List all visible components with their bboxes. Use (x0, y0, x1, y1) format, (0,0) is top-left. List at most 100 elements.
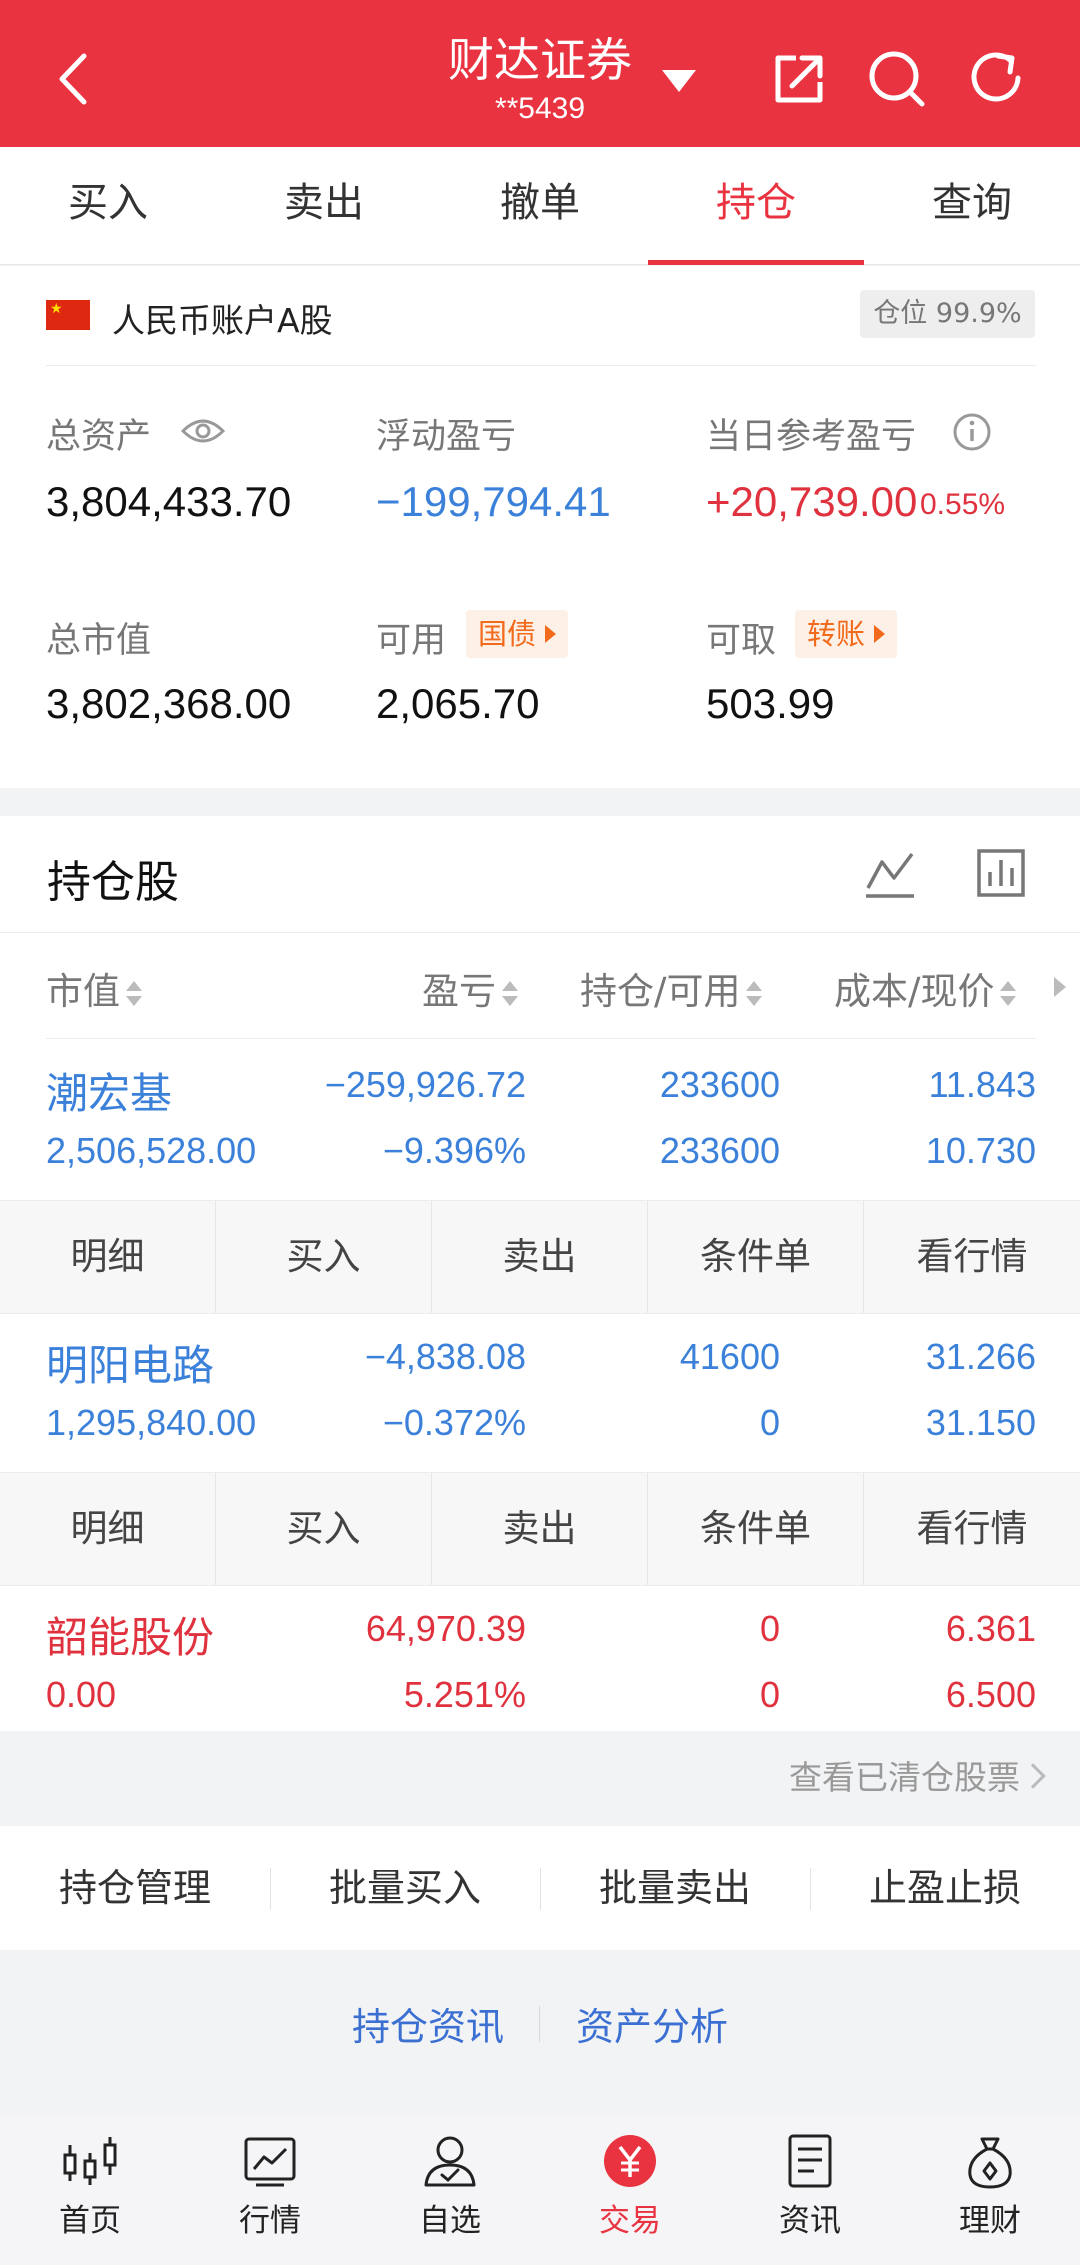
user-icon (424, 2136, 476, 2187)
stock-action-bar: 明细 买入 卖出 条件单 看行情 (0, 1200, 1080, 1314)
stop-profit-loss-button[interactable]: 止盈止损 (810, 1826, 1080, 1950)
column-position-available[interactable]: 持仓/可用 (580, 961, 763, 1015)
nav-watchlist[interactable]: 自选 (360, 2115, 540, 2265)
stock-available: 0 (759, 1674, 780, 1715)
sell-button[interactable]: 卖出 (432, 1473, 648, 1585)
tab-buy[interactable]: 买入 (0, 147, 216, 265)
total-assets-value: 3,804,433.70 (46, 478, 292, 525)
position-news-link[interactable]: 持仓资讯 (352, 1996, 504, 2051)
tab-cancel-order[interactable]: 撤单 (432, 147, 648, 265)
stock-action-bar: 明细 买入 卖出 条件单 看行情 (0, 1472, 1080, 1586)
column-cost-price[interactable]: 成本/现价 (834, 961, 1017, 1015)
chevron-right-icon (1020, 1763, 1046, 1789)
table-row[interactable]: 明阳电路 1,295,840.00 −4,838.08 −0.372% 4160… (0, 1312, 1080, 1472)
stock-pl-percent: −9.396% (382, 1130, 526, 1171)
back-icon[interactable] (44, 48, 106, 110)
position-ratio-badge: 仓位 99.9% (860, 290, 1035, 338)
conditional-order-button[interactable]: 条件单 (648, 1201, 864, 1313)
view-quote-button[interactable]: 看行情 (864, 1473, 1080, 1585)
nav-market[interactable]: 行情 (180, 2115, 360, 2265)
stock-market-value: 0.00 (46, 1674, 117, 1715)
withdrawable-label: 可取 (706, 621, 777, 661)
view-cleared-bar[interactable]: 查看已清仓股票 (0, 1731, 1080, 1825)
view-quote-button[interactable]: 看行情 (864, 1201, 1080, 1313)
account-type-label: 人民币账户A股 (112, 301, 333, 340)
nav-news[interactable]: 资讯 (720, 2115, 900, 2265)
batch-buy-button[interactable]: 批量买入 (270, 1826, 540, 1950)
sort-icon (998, 977, 1017, 1011)
available-label: 可用 (376, 621, 447, 661)
stock-position: 41600 (679, 1336, 780, 1377)
divider (46, 365, 1036, 366)
treasury-bond-chip[interactable]: 国债 (466, 610, 569, 658)
market-value-value: 3,802,368.00 (46, 680, 292, 727)
stock-name[interactable]: 明阳电路 (46, 1332, 214, 1393)
sort-icon (744, 977, 763, 1011)
nav-wealth[interactable]: 理财 (900, 2115, 1080, 2265)
yuan-icon (604, 2135, 656, 2187)
money-bag-icon (968, 2137, 1012, 2189)
asset-analysis-link[interactable]: 资产分析 (576, 1996, 728, 2051)
nav-home[interactable]: 首页 (0, 2115, 180, 2265)
stock-pl: −4,838.08 (364, 1336, 526, 1377)
floating-pl-value: −199,794.41 (376, 478, 611, 525)
daily-pl-value: +20,739.00 (706, 478, 918, 525)
market-value-label: 总市值 (46, 621, 152, 661)
daily-pl-label: 当日参考盈亏 (706, 417, 917, 457)
detail-button[interactable]: 明细 (0, 1201, 216, 1313)
search-icon[interactable] (866, 48, 928, 110)
bar-chart-icon[interactable] (976, 848, 1026, 898)
scroll-right-icon[interactable] (1054, 977, 1066, 997)
sort-icon (124, 977, 142, 1011)
batch-sell-button[interactable]: 批量卖出 (540, 1826, 810, 1950)
tab-positions[interactable]: 持仓 (648, 147, 864, 265)
position-tools: 持仓管理 批量买入 批量卖出 止盈止损 (0, 1826, 1080, 1950)
tab-query[interactable]: 查询 (864, 147, 1080, 265)
nav-trade[interactable]: 交易 (540, 2115, 720, 2265)
detail-button[interactable]: 明细 (0, 1473, 216, 1585)
buy-button[interactable]: 买入 (216, 1473, 432, 1585)
refresh-icon[interactable] (966, 48, 1028, 110)
eye-icon[interactable] (180, 414, 226, 448)
stock-cost: 6.361 (945, 1608, 1036, 1649)
chart-icon (244, 2137, 296, 2187)
buy-button[interactable]: 买入 (216, 1201, 432, 1313)
stock-name[interactable]: 潮宏基 (46, 1060, 172, 1121)
sell-button[interactable]: 卖出 (432, 1201, 648, 1313)
stock-pl-percent: 5.251% (403, 1674, 526, 1715)
divider (46, 1038, 1036, 1039)
app-header: 财达证券 **5439 (0, 0, 1080, 147)
account-number[interactable]: **5439 (380, 92, 700, 126)
account-dropdown-icon[interactable] (662, 70, 696, 92)
stock-pl: 64,970.39 (365, 1608, 526, 1649)
broker-title[interactable]: 财达证券 (380, 24, 700, 90)
tab-sell[interactable]: 卖出 (216, 147, 432, 265)
column-profit-loss[interactable]: 盈亏 (422, 961, 518, 1015)
stock-available: 233600 (659, 1130, 780, 1171)
candlestick-icon (63, 2137, 117, 2185)
floating-pl-label: 浮动盈亏 (376, 417, 517, 457)
share-icon[interactable] (768, 48, 830, 110)
account-summary-card: ★ 人民币账户A股 仓位 99.9% 总资产 3,804,433.70 浮动盈亏… (0, 266, 1080, 788)
stock-available: 0 (759, 1402, 780, 1443)
stock-price: 31.150 (925, 1402, 1036, 1443)
table-row[interactable]: 韶能股份 0.00 64,970.39 5.251% 0 0 6.361 6.5… (0, 1584, 1080, 1744)
stock-pl-percent: −0.372% (382, 1402, 526, 1443)
bottom-nav: 首页 行情 自选 交易 资讯 理财 (0, 2115, 1080, 2265)
stock-price: 6.500 (945, 1674, 1036, 1715)
view-cleared-link[interactable]: 查看已清仓股票 (789, 1751, 1020, 1799)
info-icon[interactable] (952, 412, 992, 452)
line-chart-icon[interactable] (864, 848, 916, 900)
table-row[interactable]: 潮宏基 2,506,528.00 −259,926.72 −9.396% 233… (0, 1040, 1080, 1200)
column-market-value[interactable]: 市值 (46, 961, 142, 1015)
conditional-order-button[interactable]: 条件单 (648, 1473, 864, 1585)
daily-pl-percent: 0.55% (920, 488, 1006, 521)
stock-position: 233600 (659, 1064, 780, 1105)
news-icon (788, 2134, 832, 2188)
stock-name[interactable]: 韶能股份 (46, 1604, 214, 1665)
transfer-chip[interactable]: 转账 (795, 610, 898, 658)
trade-tabs: 买入 卖出 撤单 持仓 查询 (0, 147, 1080, 265)
stock-position: 0 (759, 1608, 780, 1649)
position-management-button[interactable]: 持仓管理 (0, 1826, 270, 1950)
stock-price: 10.730 (925, 1130, 1036, 1171)
